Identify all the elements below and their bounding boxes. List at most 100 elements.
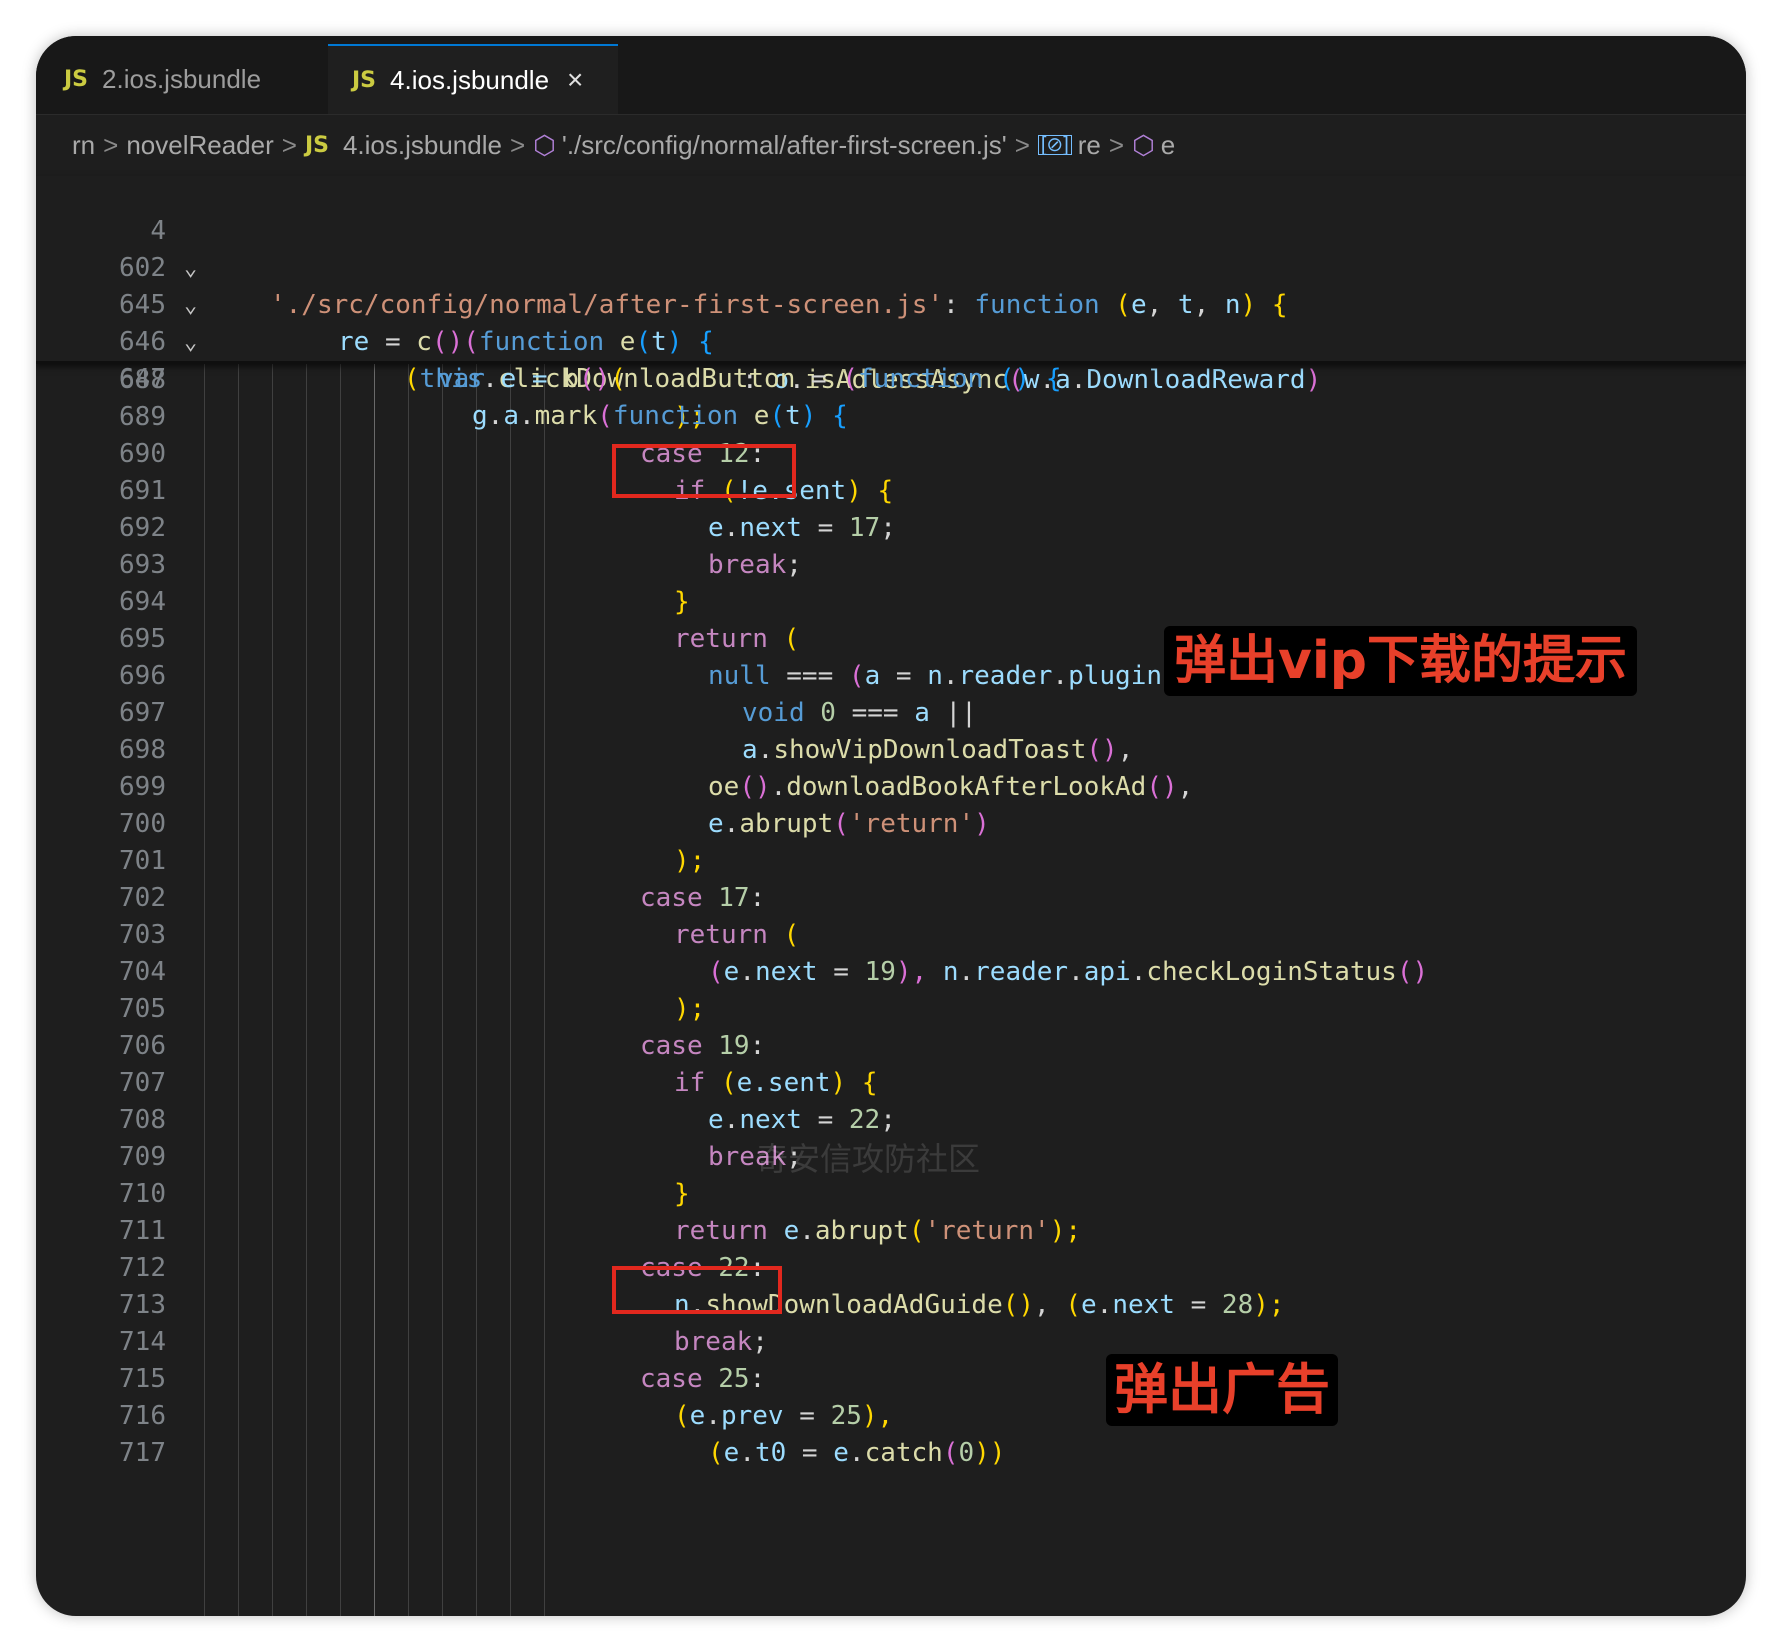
code-text: return e.abrupt('return'); — [674, 1216, 1082, 1246]
line-number: 706 — [119, 1031, 166, 1061]
annotation-vip-prompt: 弹出vip下载的提示 — [1164, 626, 1637, 696]
code-editor[interactable]: 688: o.isAdlessAsync(w.a.DownloadReward)… — [36, 362, 1746, 1616]
line-number: 713 — [119, 1290, 166, 1320]
line-number: 712 — [119, 1253, 166, 1283]
indent-guide — [374, 362, 375, 1616]
chevron-down-icon[interactable]: ⌄ — [184, 250, 197, 287]
code-text: (e.next = 19), n.reader.api.checkLoginSt… — [708, 957, 1429, 987]
watermark: 奇安信攻防社区 — [756, 1140, 981, 1178]
code-text: return ( — [674, 624, 800, 654]
line-number: 717 — [119, 1438, 166, 1468]
breadcrumb: rn > novelReader > JS 4.ios.jsbundle > ⬡… — [36, 116, 1746, 174]
indent-guide — [306, 362, 307, 1616]
chevron-right-icon: > — [509, 129, 526, 160]
annotation-ad-popup: 弹出广告 — [1106, 1354, 1338, 1426]
tab-bar: JS 2.ios.jsbundle JS 4.ios.jsbundle × — [36, 36, 1746, 115]
line-number: 705 — [119, 994, 166, 1024]
chevron-down-icon[interactable]: ⌄ — [184, 324, 197, 361]
line-number: 704 — [119, 957, 166, 987]
line-number: 708 — [119, 1105, 166, 1135]
code-text: oe().downloadBookAfterLookAd(), — [708, 772, 1194, 802]
line-number: 647 — [119, 364, 166, 394]
breadcrumb-item-novelreader[interactable]: novelReader — [126, 130, 273, 161]
code-text: } — [674, 587, 690, 617]
indent-guide — [510, 362, 511, 1616]
indent-guide — [340, 362, 341, 1616]
editor-window: JS 2.ios.jsbundle JS 4.ios.jsbundle × rn… — [36, 36, 1746, 1616]
line-number: 701 — [119, 846, 166, 876]
sticky-line[interactable]: 645 ⌄ (this.clickDownloadButton = (funct… — [36, 250, 1061, 394]
code-text: return ( — [674, 920, 800, 950]
javascript-file-icon: JS — [304, 132, 329, 158]
code-text: ); — [674, 846, 706, 876]
code-text: break; — [674, 1327, 768, 1357]
line-number: 699 — [119, 772, 166, 802]
chevron-right-icon: > — [281, 129, 297, 160]
code-text: case 19: — [640, 1031, 766, 1061]
indent-guide — [476, 362, 477, 1616]
sticky-line[interactable]: 646 var e = b()( — [36, 287, 626, 394]
highlight-case-22 — [612, 1266, 782, 1314]
code-text: (e.t0 = e.catch(0)) — [708, 1438, 1006, 1468]
chevron-down-icon[interactable]: ⌄ — [184, 287, 197, 324]
javascript-file-icon: JS — [352, 67, 377, 93]
sticky-line[interactable]: 602 ⌄ re = c()(function e(t) { — [36, 213, 714, 357]
chevron-right-icon: > — [1108, 129, 1125, 160]
line-number: 709 — [119, 1142, 166, 1172]
code-text: './src/config/normal/after-first-screen.… — [270, 290, 1288, 320]
line-number: 710 — [119, 1179, 166, 1209]
line-number: 694 — [119, 587, 166, 617]
line-number: 707 — [119, 1068, 166, 1098]
line-number: 695 — [119, 624, 166, 654]
indent-guide — [544, 362, 545, 1616]
code-text: ); — [674, 994, 706, 1024]
line-number: 691 — [119, 476, 166, 506]
indent-guide — [238, 362, 239, 1616]
line-number: 703 — [119, 920, 166, 950]
line-number: 702 — [119, 883, 166, 913]
tab-4-ios-jsbundle[interactable]: JS 4.ios.jsbundle × — [328, 44, 618, 114]
code-text: break; — [708, 550, 802, 580]
code-text: g.a.mark(function e(t) { — [472, 401, 848, 431]
breadcrumb-item-e[interactable]: e — [1161, 130, 1175, 161]
chevron-right-icon: > — [1014, 129, 1030, 160]
code-text: re = c()(function e(t) { — [338, 327, 714, 357]
code-text: (e.prev = 25), — [674, 1401, 894, 1431]
line-number: 697 — [119, 698, 166, 728]
chevron-right-icon: > — [103, 129, 119, 160]
line-number: 715 — [119, 1364, 166, 1394]
code-text: e.abrupt('return') — [708, 809, 990, 839]
code-text: var e = b()( — [438, 364, 626, 394]
code-text: case 25: — [640, 1364, 766, 1394]
breadcrumb-item-module[interactable]: './src/config/normal/after-first-screen.… — [562, 130, 1007, 161]
line-number: 716 — [119, 1401, 166, 1431]
indent-guide — [442, 362, 443, 1616]
highlight-case-12 — [612, 444, 796, 498]
tab-label: 4.ios.jsbundle — [390, 64, 550, 95]
breadcrumb-item-file[interactable]: 4.ios.jsbundle — [343, 130, 502, 161]
variable-icon: [⊘] — [1037, 135, 1072, 155]
code-text: e.next = 17; — [708, 513, 896, 543]
sticky-line[interactable]: 4 ⌄ './src/config/normal/after-first-scr… — [36, 176, 1287, 320]
javascript-file-icon: JS — [64, 66, 89, 92]
sticky-line[interactable]: 647 g.a.mark(function e(t) { — [36, 324, 848, 431]
code-text: if (e.sent) { — [674, 1068, 878, 1098]
code-text: a.showVipDownloadToast(), — [742, 735, 1134, 765]
indent-guide — [272, 362, 273, 1616]
tab-2-ios-jsbundle[interactable]: JS 2.ios.jsbundle — [36, 44, 326, 114]
sticky-scroll-header: 4 ⌄ './src/config/normal/after-first-scr… — [36, 176, 1746, 431]
module-icon: ⬡ — [533, 129, 556, 160]
line-number: 714 — [119, 1327, 166, 1357]
line-number: 692 — [119, 513, 166, 543]
close-icon[interactable]: × — [567, 64, 583, 96]
line-number: 711 — [119, 1216, 166, 1246]
code-text: } — [674, 1179, 690, 1209]
module-icon: ⬡ — [1132, 129, 1155, 160]
code-text: case 17: — [640, 883, 766, 913]
line-number: 693 — [119, 550, 166, 580]
indent-guide — [204, 362, 205, 1616]
breadcrumb-item-re[interactable]: re — [1078, 130, 1101, 161]
breadcrumb-item-rn[interactable]: rn — [72, 130, 95, 161]
line-number: 698 — [119, 735, 166, 765]
line-number: 696 — [119, 661, 166, 691]
